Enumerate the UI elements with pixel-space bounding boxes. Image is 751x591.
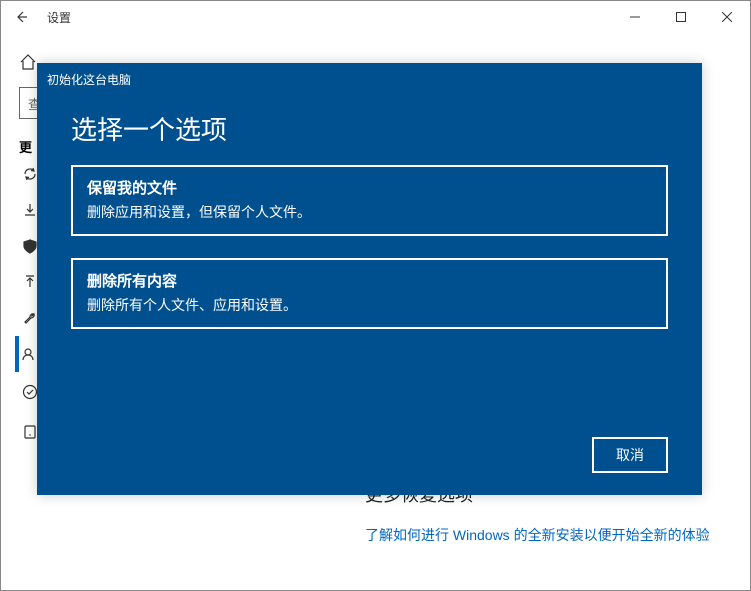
dialog-footer: 取消 — [592, 437, 668, 473]
back-button[interactable] — [9, 5, 33, 29]
settings-window: 设置 查 更 — [0, 0, 751, 591]
arrow-left-icon — [13, 9, 29, 25]
option-keep-files[interactable]: 保留我的文件 删除应用和设置，但保留个人文件。 — [71, 165, 668, 236]
titlebar-controls — [612, 1, 750, 33]
window-title: 设置 — [47, 9, 71, 26]
option-desc: 删除应用和设置，但保留个人文件。 — [87, 202, 652, 222]
recovery-icon — [19, 346, 37, 362]
dialog-options: 保留我的文件 删除应用和设置，但保留个人文件。 删除所有内容 删除所有个人文件、… — [37, 165, 702, 329]
maximize-button[interactable] — [658, 1, 704, 33]
titlebar-left: 设置 — [9, 5, 71, 29]
fresh-install-link[interactable]: 了解如何进行 Windows 的全新安装以便开始全新的体验 — [365, 525, 726, 545]
minimize-icon — [630, 12, 640, 22]
close-button[interactable] — [704, 1, 750, 33]
dialog-heading: 选择一个选项 — [37, 88, 702, 165]
cancel-button[interactable]: 取消 — [592, 437, 668, 473]
option-title: 删除所有内容 — [87, 270, 652, 291]
option-title: 保留我的文件 — [87, 177, 652, 198]
close-icon — [722, 12, 732, 22]
option-remove-everything[interactable]: 删除所有内容 删除所有个人文件、应用和设置。 — [71, 258, 668, 329]
option-desc: 删除所有个人文件、应用和设置。 — [87, 295, 652, 315]
dialog-small-title: 初始化这台电脑 — [37, 63, 702, 88]
home-icon — [19, 53, 37, 71]
maximize-icon — [676, 12, 686, 22]
reset-pc-dialog: 初始化这台电脑 选择一个选项 保留我的文件 删除应用和设置，但保留个人文件。 删… — [37, 63, 702, 495]
minimize-button[interactable] — [612, 1, 658, 33]
titlebar: 设置 — [1, 1, 750, 33]
